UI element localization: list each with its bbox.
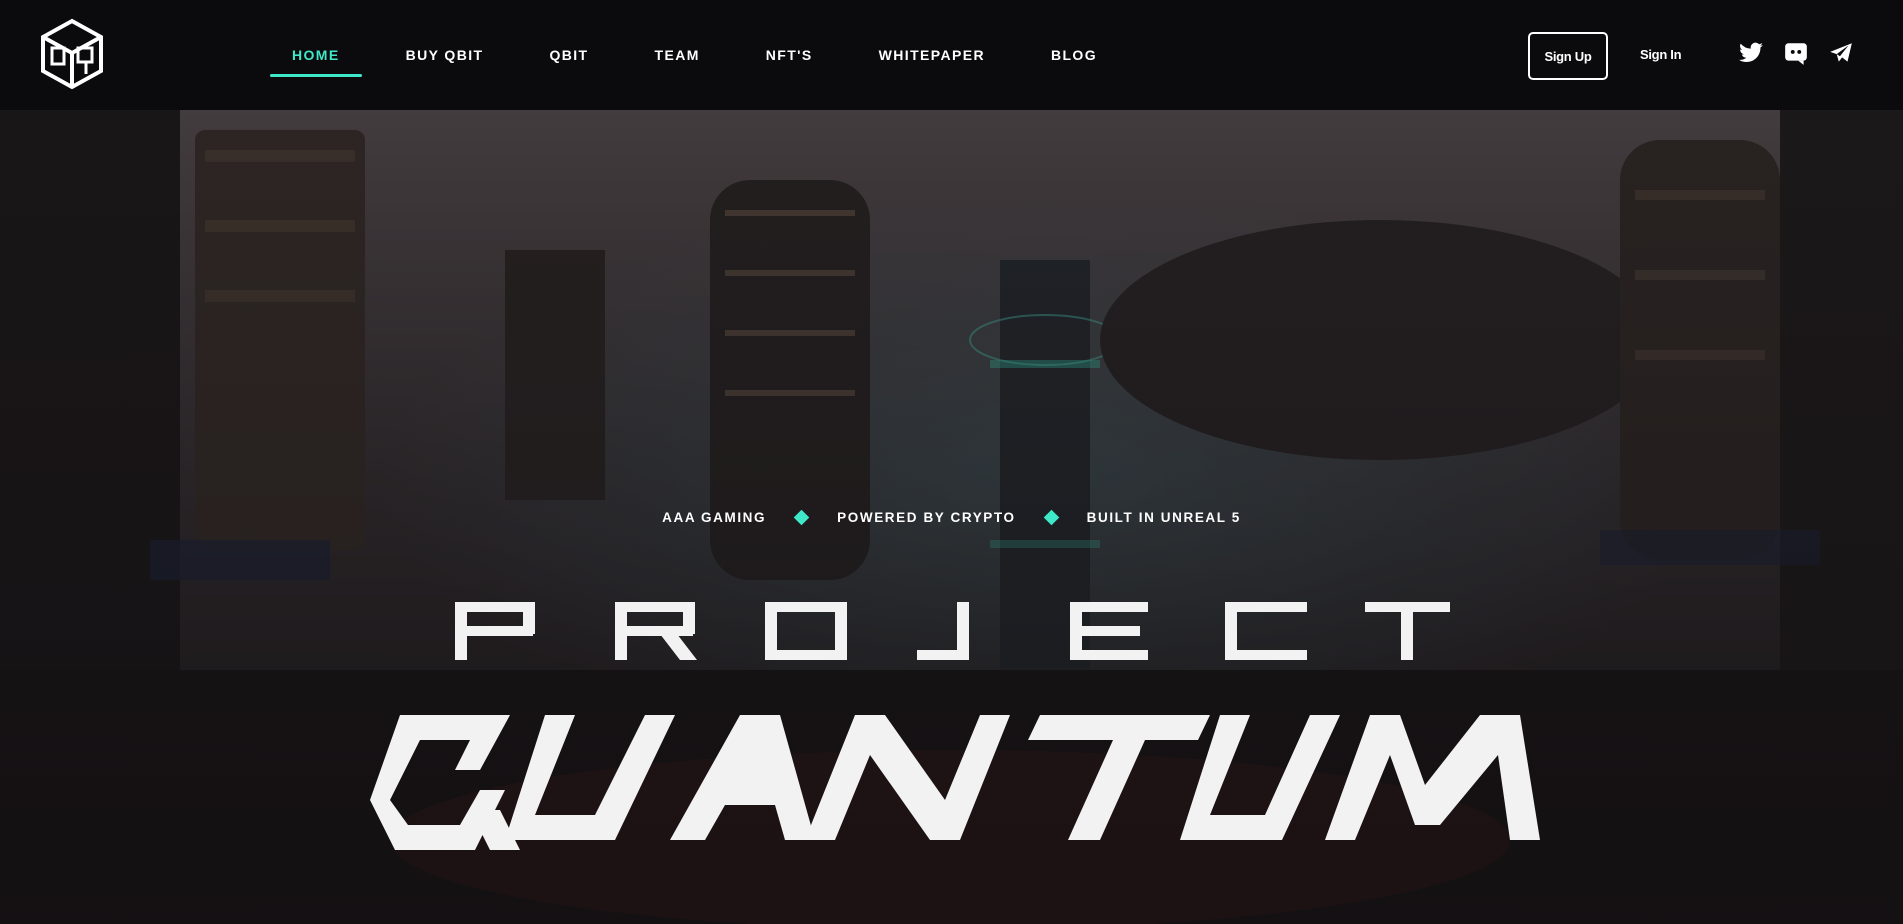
hero-section: AAA GAMING POWERED BY CRYPTO BUILT IN UN… <box>0 110 1903 924</box>
tagline-built-in-unreal: BUILT IN UNREAL 5 <box>1086 510 1241 525</box>
main-nav: HOME BUY QBIT QBIT TEAM NFT'S WHITEPAPER… <box>270 0 1141 110</box>
nav-item-buy-qbit[interactable]: BUY QBIT <box>384 0 506 110</box>
hexagon-cube-logo-icon[interactable] <box>38 18 106 90</box>
hero-title-quantum: QUANTUM <box>360 710 1540 865</box>
sign-up-button[interactable]: Sign Up <box>1528 32 1608 80</box>
diamond-separator-icon <box>793 509 810 526</box>
telegram-icon[interactable] <box>1828 40 1854 66</box>
twitter-icon[interactable] <box>1738 40 1764 66</box>
hero-taglines: AAA GAMING POWERED BY CRYPTO BUILT IN UN… <box>0 509 1903 526</box>
nav-item-team[interactable]: TEAM <box>633 0 722 110</box>
nav-item-whitepaper[interactable]: WHITEPAPER <box>857 0 1007 110</box>
tagline-aaa-gaming: AAA GAMING <box>662 510 767 525</box>
nav-item-qbit[interactable]: QBIT <box>527 0 610 110</box>
hero-title-project: PROJECT <box>455 600 1450 667</box>
nav-item-home[interactable]: HOME <box>270 0 362 110</box>
nav-item-blog[interactable]: BLOG <box>1029 0 1119 110</box>
sign-in-link[interactable]: Sign In <box>1640 32 1682 76</box>
nav-item-nfts[interactable]: NFT'S <box>744 0 835 110</box>
diamond-separator-icon <box>1043 509 1059 526</box>
top-navbar: HOME BUY QBIT QBIT TEAM NFT'S WHITEPAPER… <box>0 0 1903 110</box>
project-wordmark <box>455 602 1450 660</box>
discord-icon[interactable] <box>1783 40 1809 66</box>
quantum-wordmark <box>370 715 1540 850</box>
tagline-powered-by-crypto: POWERED BY CRYPTO <box>837 510 1016 525</box>
